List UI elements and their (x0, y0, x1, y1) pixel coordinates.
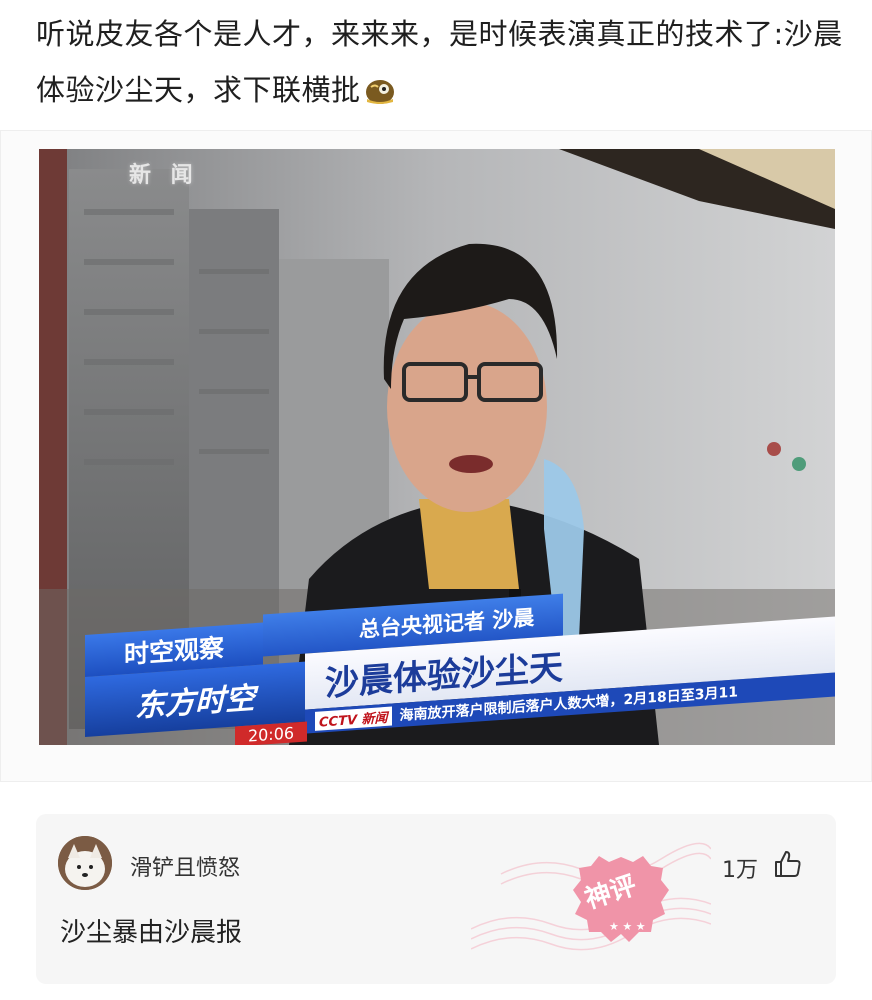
dog-avatar-icon (58, 836, 112, 890)
top-comment[interactable]: ★ ★ ★ 神评 滑铲且愤怒 1万 沙尘暴由沙晨报 (36, 814, 836, 984)
svg-text:★ ★ ★: ★ ★ ★ (609, 920, 646, 933)
cctv-logo: CCTV 新闻 (315, 706, 392, 731)
comment-username[interactable]: 滑铲且愤怒 (130, 850, 240, 882)
post-title: 听说皮友各个是人才，来来来，是时候表演真正的技术了:沙晨体验沙尘天，求下联横批 (36, 6, 846, 118)
news-screenshot-card[interactable]: 新 闻 时空观察 总台央视记者 沙晨 东方时空 沙晨体验沙尘天 CCTV 新闻 … (0, 130, 872, 782)
like-count: 1万 (722, 858, 758, 883)
comment-text: 沙尘暴由沙晨报 (60, 918, 243, 948)
tv-news-image: 新 闻 时空观察 总台央视记者 沙晨 东方时空 沙晨体验沙尘天 CCTV 新闻 … (39, 149, 835, 745)
thumbs-up-icon[interactable] (772, 848, 804, 880)
broadcast-time: 20:06 (235, 721, 307, 745)
smug-face-emoji-icon (363, 67, 397, 104)
avatar[interactable] (58, 836, 112, 890)
channel-logo: 新 闻 (129, 163, 199, 188)
post-title-text: 听说皮友各个是人才，来来来，是时候表演真正的技术了:沙晨体验沙尘天，求下联横批 (36, 17, 843, 107)
